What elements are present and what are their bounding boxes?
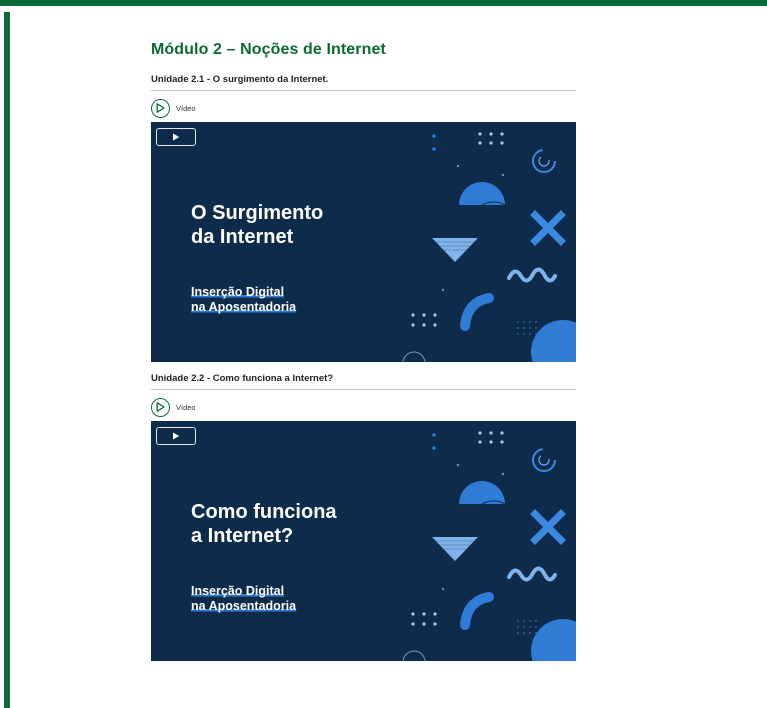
slide-subtitle-line2: na Aposentadoria <box>191 599 297 613</box>
slide-subtitle-line2: na Aposentadoria <box>191 300 297 314</box>
module-content: Módulo 2 – Noções de Internet Unidade 2.… <box>151 40 576 661</box>
play-button[interactable] <box>156 427 196 445</box>
video-activity[interactable]: Vídeo <box>151 393 576 421</box>
left-border <box>4 12 10 708</box>
video-player[interactable]: O Surgimento da Internet Inserção Digita… <box>151 122 576 362</box>
video-activity[interactable]: Vídeo <box>151 94 576 122</box>
module-title: Módulo 2 – Noções de Internet <box>151 41 386 58</box>
unit-title: Unidade 2.2 - Como funciona a Internet? <box>151 373 576 390</box>
play-button[interactable] <box>156 128 196 146</box>
slide-title: O Surgimento da Internet <box>191 202 324 248</box>
unit-title: Unidade 2.1 - O surgimento da Internet. <box>151 74 576 91</box>
unit-section: Unidade 2.1 - O surgimento da Internet. … <box>151 74 576 362</box>
slide-title: Como funciona a Internet? <box>191 501 337 547</box>
play-circle-icon[interactable] <box>151 98 170 118</box>
top-border <box>0 0 767 17</box>
video-label[interactable]: Vídeo <box>176 403 196 412</box>
play-icon <box>173 133 180 141</box>
unit-section: Unidade 2.2 - Como funciona a Internet? … <box>151 373 576 661</box>
slide-subtitle: Inserção Digital na Aposentadoria <box>191 584 297 614</box>
slide-subtitle-line1: Inserção Digital <box>191 285 285 299</box>
slide-subtitle-line1: Inserção Digital <box>191 584 285 598</box>
play-circle-icon[interactable] <box>151 397 170 417</box>
video-label[interactable]: Vídeo <box>176 104 196 113</box>
slide-subtitle: Inserção Digital na Aposentadoria <box>191 285 297 315</box>
video-player[interactable]: Como funciona a Internet? Inserção Digit… <box>151 421 576 661</box>
play-icon <box>173 432 180 440</box>
